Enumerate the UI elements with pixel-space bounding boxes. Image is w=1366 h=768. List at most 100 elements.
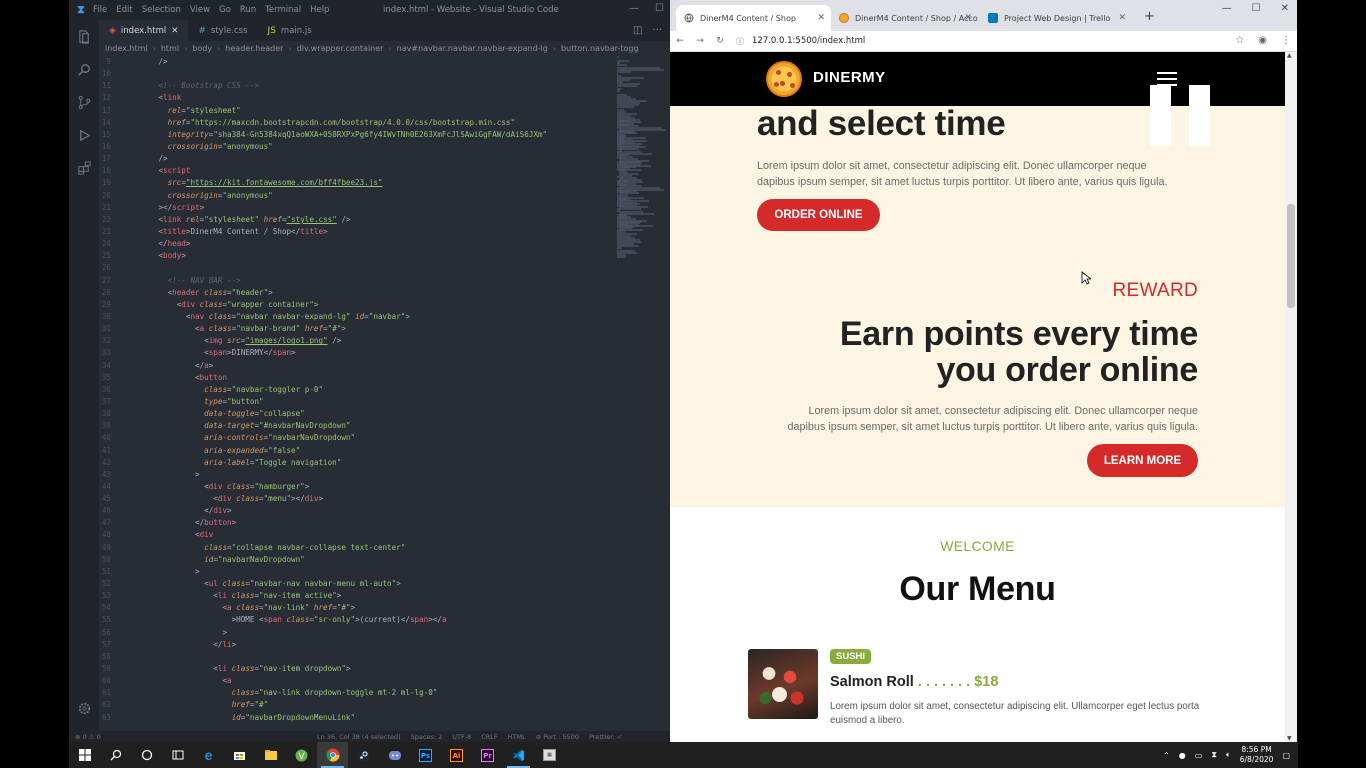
- tab-index-html[interactable]: ◈ index.html ✕: [99, 20, 189, 41]
- forward-arrow-icon[interactable]: →: [690, 36, 710, 46]
- more-actions-icon[interactable]: ···: [652, 25, 662, 36]
- menu-help[interactable]: Help: [310, 5, 329, 15]
- live-server-port[interactable]: ⊘ Port : 5500: [536, 733, 579, 741]
- code-line[interactable]: 61 class="nav-link dropdown-toggle mt-2 …: [99, 687, 615, 699]
- code-line[interactable]: 31 <a class="navbar-brand" href="#">: [99, 323, 615, 335]
- app-icon-2[interactable]: ▦: [534, 742, 565, 768]
- code-line[interactable]: 37 type="button": [99, 396, 615, 408]
- reload-icon[interactable]: ↻: [710, 36, 730, 46]
- photoshop-icon[interactable]: Ps: [410, 742, 441, 768]
- code-line[interactable]: 22 <link rel="stylesheet" href="style.cs…: [99, 214, 615, 226]
- discord-icon[interactable]: [379, 742, 410, 768]
- run-debug-icon[interactable]: [69, 119, 99, 152]
- split-editor-icon[interactable]: ◫: [633, 25, 642, 36]
- code-line[interactable]: 52 <ul class="navbar-nav navbar-menu ml-…: [99, 578, 615, 590]
- browser-tab[interactable]: Project Web Design | Trello ✕: [980, 5, 1132, 31]
- menu-item[interactable]: SUSHI Salmon Roll . . . . . . . $18 Lore…: [748, 649, 1208, 726]
- breadcrumb-item[interactable]: html: [161, 44, 179, 53]
- close-window-icon[interactable]: ✕: [1281, 3, 1289, 14]
- code-line[interactable]: 58: [99, 651, 615, 663]
- code-line[interactable]: 21 ></script>: [99, 202, 615, 214]
- file-explorer-icon[interactable]: [255, 742, 286, 768]
- page-scrollbar[interactable]: ▲ ▼: [1285, 52, 1297, 742]
- scroll-down-icon[interactable]: ▼: [1287, 735, 1292, 742]
- code-line[interactable]: 59 <li class="nav-item dropdown">: [99, 663, 615, 675]
- maximize-icon[interactable]: ☐: [1252, 3, 1261, 14]
- address-bar[interactable]: ⓘ 127.0.0.1:5500/index.html: [736, 36, 865, 47]
- code-line[interactable]: 44 <div class="hamburger">: [99, 481, 615, 493]
- code-line[interactable]: 54 <a class="nav-link" href="#">: [99, 602, 615, 614]
- tab-style-css[interactable]: # style.css: [188, 20, 257, 41]
- close-icon[interactable]: ✕: [817, 13, 825, 23]
- code-line[interactable]: 63 id="navbarDropdownMenuLink": [99, 712, 615, 724]
- illustrator-icon[interactable]: Ai: [441, 742, 472, 768]
- task-view-icon[interactable]: [162, 742, 193, 768]
- code-line[interactable]: 10: [99, 68, 615, 80]
- windows-start-icon[interactable]: [69, 742, 100, 768]
- breadcrumb-item[interactable]: body: [192, 44, 212, 53]
- indentation-status[interactable]: Spaces: 2: [411, 733, 443, 741]
- minimize-icon[interactable]: —: [629, 3, 639, 14]
- code-line[interactable]: 17 />: [99, 153, 615, 165]
- breadcrumb-item[interactable]: button.navbar-togg: [561, 44, 638, 53]
- cursor-position[interactable]: Ln 36, Col 38 (4 selected): [317, 733, 401, 741]
- menu-edit[interactable]: Edit: [116, 5, 132, 15]
- code-editor[interactable]: 9 /> 10 11 <!-- Bootstrap CSS --> 12 <link…: [99, 56, 615, 731]
- code-line[interactable]: 25 <body>: [99, 250, 615, 262]
- learn-more-button[interactable]: LEARN MORE: [1087, 444, 1198, 477]
- close-icon[interactable]: ✕: [171, 26, 178, 36]
- extensions-icon[interactable]: [69, 152, 99, 185]
- code-line[interactable]: 32 <img src="images/logo1.png" />: [99, 335, 615, 347]
- code-line[interactable]: 34 </a>: [99, 360, 615, 372]
- code-line[interactable]: 28 <header class="header">: [99, 287, 615, 299]
- code-line[interactable]: 46 </div>: [99, 505, 615, 517]
- chrome-menu-icon[interactable]: ⋮: [1281, 35, 1291, 46]
- code-line[interactable]: 19 src="https://kit.fontawesome.com/bff4…: [99, 177, 615, 189]
- code-line[interactable]: 24 </head>: [99, 238, 615, 250]
- code-line[interactable]: 35 <button: [99, 372, 615, 384]
- code-line[interactable]: 14 href="https://maxcdn.bootstrapcdn.com…: [99, 117, 615, 129]
- cortana-icon[interactable]: [131, 742, 162, 768]
- app-icon[interactable]: V: [286, 742, 317, 768]
- minimap[interactable]: [615, 56, 670, 731]
- language-mode[interactable]: HTML: [508, 733, 526, 741]
- code-line[interactable]: 49 class="collapse navbar-collapse text-…: [99, 542, 615, 554]
- back-arrow-icon[interactable]: ←: [670, 36, 690, 46]
- code-line[interactable]: 15 integrity="sha384-Gn5384xqQ1aoWXA+058…: [99, 129, 615, 141]
- vscode-tray-icon[interactable]: ⧗: [1211, 750, 1217, 760]
- vscode-icon[interactable]: [503, 742, 534, 768]
- code-line[interactable]: 11 <!-- Bootstrap CSS -->: [99, 80, 615, 92]
- code-line[interactable]: 56 >: [99, 627, 615, 639]
- search-icon[interactable]: [100, 742, 131, 768]
- code-line[interactable]: 18 <script: [99, 165, 615, 177]
- search-icon[interactable]: [69, 53, 99, 86]
- code-line[interactable]: 27 <!-- NAV BAR -->: [99, 275, 615, 287]
- clock[interactable]: 8:56 PM 6/8/2020: [1240, 745, 1274, 765]
- menu-terminal[interactable]: Terminal: [265, 5, 301, 15]
- menu-go[interactable]: Go: [219, 5, 231, 15]
- menu-run[interactable]: Run: [240, 5, 256, 15]
- code-line[interactable]: 38 data-toggle="collapse": [99, 408, 615, 420]
- scroll-up-icon[interactable]: ▲: [1287, 52, 1292, 59]
- code-line[interactable]: 36 class="navbar-toggler p-0": [99, 384, 615, 396]
- code-line[interactable]: 13 rel="stylesheet": [99, 105, 615, 117]
- explorer-icon[interactable]: [69, 20, 99, 53]
- code-line[interactable]: 55 >HOME <span class="sr-only">(current)…: [99, 614, 615, 626]
- chrome-icon[interactable]: [317, 742, 348, 768]
- code-line[interactable]: 12 <link: [99, 92, 615, 104]
- close-icon[interactable]: ✕: [1118, 13, 1126, 23]
- code-line[interactable]: 41 aria-expanded="false": [99, 445, 615, 457]
- notification-center-icon[interactable]: ▢: [1282, 751, 1290, 760]
- eol-status[interactable]: CRLF: [481, 733, 497, 741]
- breadcrumb-item[interactable]: nav#navbar.navbar.navbar-expand-lg: [397, 44, 548, 53]
- code-line[interactable]: 62 href="#": [99, 699, 615, 711]
- code-line[interactable]: 45 <div class="menu"></div>: [99, 493, 615, 505]
- tray-overflow-chevron-icon[interactable]: ⌃: [1163, 751, 1170, 760]
- code-line[interactable]: 20 crossorigin="anonymous": [99, 190, 615, 202]
- bookmark-star-icon[interactable]: ☆: [1235, 35, 1244, 46]
- code-line[interactable]: 48 <div: [99, 529, 615, 541]
- minimize-icon[interactable]: —: [1222, 3, 1232, 14]
- menu-selection[interactable]: Selection: [142, 5, 181, 15]
- code-line[interactable]: 47 </button>: [99, 517, 615, 529]
- breadcrumb-item[interactable]: header.header: [225, 44, 283, 53]
